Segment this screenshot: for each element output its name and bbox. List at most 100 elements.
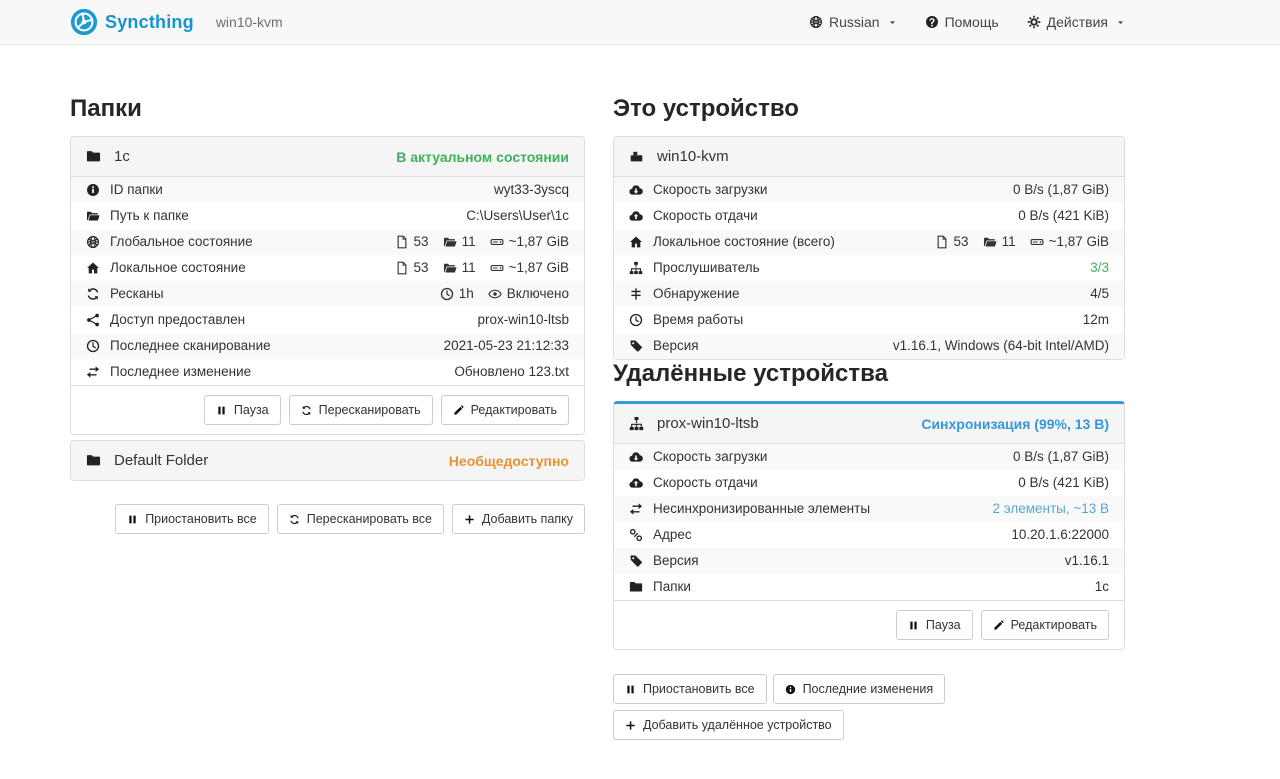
table-row-local-state: Локальное состояние 53 11 ~1,87 GiB bbox=[71, 255, 584, 281]
files-count: 53 bbox=[414, 234, 429, 250]
pause-icon bbox=[216, 405, 227, 416]
table-row-address: Адрес 10.20.1.6:22000 bbox=[614, 522, 1124, 548]
button-label: Пересканировать все bbox=[307, 512, 432, 526]
table-row-listeners: Прослушиватель 3/3 bbox=[614, 255, 1124, 281]
row-value: Обновлено 123.txt bbox=[454, 364, 569, 380]
gear-icon bbox=[1027, 15, 1041, 29]
table-row-last-scan: Последнее сканирование 2021-05-23 21:12:… bbox=[71, 333, 584, 359]
row-label: Глобальное состояние bbox=[110, 234, 253, 250]
row-label: Обнаружение bbox=[653, 286, 740, 302]
actions-menu-label: Действия bbox=[1047, 14, 1108, 30]
clock-icon bbox=[629, 313, 644, 327]
pause-all-devices-button[interactable]: Приостановить все bbox=[613, 674, 767, 704]
refresh-icon bbox=[289, 514, 300, 525]
pencil-icon bbox=[453, 405, 464, 416]
row-label: Несинхронизированные элементы bbox=[653, 501, 870, 517]
folder-panel-footer: Пауза Пересканировать Редактировать bbox=[71, 385, 584, 434]
table-row-folder-path: Путь к папке C:\Users\User\1c bbox=[71, 203, 584, 229]
exchange-icon bbox=[86, 365, 101, 379]
folder-panel-default: Default Folder Необщедоступно bbox=[70, 440, 585, 481]
size-value: ~1,87 GiB bbox=[1049, 234, 1109, 250]
rescan-all-folders-button[interactable]: Пересканировать все bbox=[277, 504, 444, 534]
row-label: Скорость загрузки bbox=[653, 449, 767, 465]
file-icon bbox=[395, 261, 409, 275]
table-row-uptime: Время работы 12m bbox=[614, 307, 1124, 333]
pause-all-folders-button[interactable]: Приостановить все bbox=[115, 504, 269, 534]
folder-panel-header[interactable]: 1c В актуальном состоянии bbox=[71, 137, 584, 177]
caret-down-icon bbox=[1116, 18, 1125, 27]
table-row-global-state: Глобальное состояние 53 11 ~1,87 GiB bbox=[71, 229, 584, 255]
folder-icon bbox=[983, 235, 997, 249]
pause-device-button[interactable]: Пауза bbox=[896, 610, 973, 640]
dirs-count: 11 bbox=[462, 260, 476, 276]
syncthing-brand[interactable]: Syncthing bbox=[70, 8, 194, 36]
folder-icon bbox=[443, 235, 457, 249]
rescan-interval: 1h bbox=[459, 286, 474, 302]
language-menu[interactable]: Russian bbox=[809, 14, 897, 30]
edit-folder-button[interactable]: Редактировать bbox=[441, 395, 569, 425]
table-row-upload-rate: Скорость отдачи 0 B/s (421 KiB) bbox=[614, 203, 1124, 229]
row-label: Версия bbox=[653, 338, 699, 354]
plus-icon bbox=[464, 514, 475, 525]
table-row-download-rate: Скорость загрузки 0 B/s (1,87 GiB) bbox=[614, 444, 1124, 470]
edit-device-button[interactable]: Редактировать bbox=[981, 610, 1109, 640]
row-label: Время работы bbox=[653, 312, 743, 328]
table-row-download-rate: Скорость загрузки 0 B/s (1,87 GiB) bbox=[614, 177, 1124, 203]
row-label: Скорость отдачи bbox=[653, 208, 758, 224]
row-label: Путь к папке bbox=[110, 208, 189, 224]
table-row-rescans: Ресканы 1h Включено bbox=[71, 281, 584, 307]
folder-name: 1c bbox=[114, 148, 130, 165]
folder-status-badge: В актуальном состоянии bbox=[396, 149, 569, 165]
rescan-folder-button[interactable]: Пересканировать bbox=[289, 395, 433, 425]
row-label: Последнее изменение bbox=[110, 364, 251, 380]
remote-device-status-badge: Синхронизация (99%, 13 B) bbox=[921, 416, 1109, 432]
folder-icon bbox=[629, 580, 644, 594]
button-label: Пауза bbox=[234, 403, 269, 417]
row-label: Папки bbox=[653, 579, 691, 595]
navbar: Syncthing win10-kvm Russian Помощь Дейст… bbox=[0, 0, 1280, 45]
files-count: 53 bbox=[954, 234, 969, 250]
clock-icon bbox=[86, 339, 101, 353]
add-folder-button[interactable]: Добавить папку bbox=[452, 504, 585, 534]
cloud-download-icon bbox=[629, 183, 644, 197]
hdd-icon bbox=[490, 235, 504, 249]
row-value: 53 11 ~1,87 GiB bbox=[395, 260, 569, 276]
remote-device-name: prox-win10-ltsb bbox=[657, 415, 759, 432]
hdd-icon bbox=[1030, 235, 1044, 249]
this-device-table: Скорость загрузки 0 B/s (1,87 GiB) Скоро… bbox=[614, 177, 1124, 359]
help-menu[interactable]: Помощь bbox=[925, 14, 999, 30]
remote-devices-actions: Приостановить все Последние изменения До… bbox=[613, 674, 1033, 740]
row-label: Ресканы bbox=[110, 286, 164, 302]
globe-icon bbox=[809, 15, 823, 29]
folder-icon bbox=[86, 149, 101, 164]
row-label: Доступ предоставлен bbox=[110, 312, 245, 328]
cloud-download-icon bbox=[629, 450, 644, 464]
row-value: 12m bbox=[1083, 312, 1109, 328]
this-device-header[interactable]: win10-kvm bbox=[614, 137, 1124, 177]
row-value: 53 11 ~1,87 GiB bbox=[935, 234, 1109, 250]
actions-menu[interactable]: Действия bbox=[1027, 14, 1125, 30]
device-name: win10-kvm bbox=[657, 148, 729, 165]
folders-section-title: Папки bbox=[70, 95, 585, 123]
button-label: Последние изменения bbox=[803, 682, 934, 696]
button-label: Приостановить все bbox=[643, 682, 755, 696]
table-row-folders: Папки 1c bbox=[614, 574, 1124, 600]
plus-icon bbox=[625, 720, 636, 731]
device-icon bbox=[629, 149, 644, 164]
folder-panel-header[interactable]: Default Folder Необщедоступно bbox=[71, 441, 584, 480]
recent-changes-button[interactable]: Последние изменения bbox=[773, 674, 946, 704]
row-value: 4/5 bbox=[1090, 286, 1109, 302]
row-value: 0 B/s (421 KiB) bbox=[1018, 475, 1109, 491]
button-label: Пересканировать bbox=[319, 403, 421, 417]
remote-device-header[interactable]: prox-win10-ltsb Синхронизация (99%, 13 B… bbox=[614, 404, 1124, 444]
hdd-icon bbox=[490, 261, 504, 275]
table-row-upload-rate: Скорость отдачи 0 B/s (421 KiB) bbox=[614, 470, 1124, 496]
add-remote-device-button[interactable]: Добавить удалённое устройство bbox=[613, 710, 844, 740]
button-label: Редактировать bbox=[1011, 618, 1097, 632]
row-value: 1h Включено bbox=[440, 286, 569, 302]
table-row-version: Версия v1.16.1 bbox=[614, 548, 1124, 574]
remote-device-table: Скорость загрузки 0 B/s (1,87 GiB) Скоро… bbox=[614, 444, 1124, 600]
out-of-sync-items-link[interactable]: 2 элементы, ~13 B bbox=[992, 501, 1109, 517]
pause-folder-button[interactable]: Пауза bbox=[204, 395, 281, 425]
home-icon bbox=[629, 235, 644, 249]
